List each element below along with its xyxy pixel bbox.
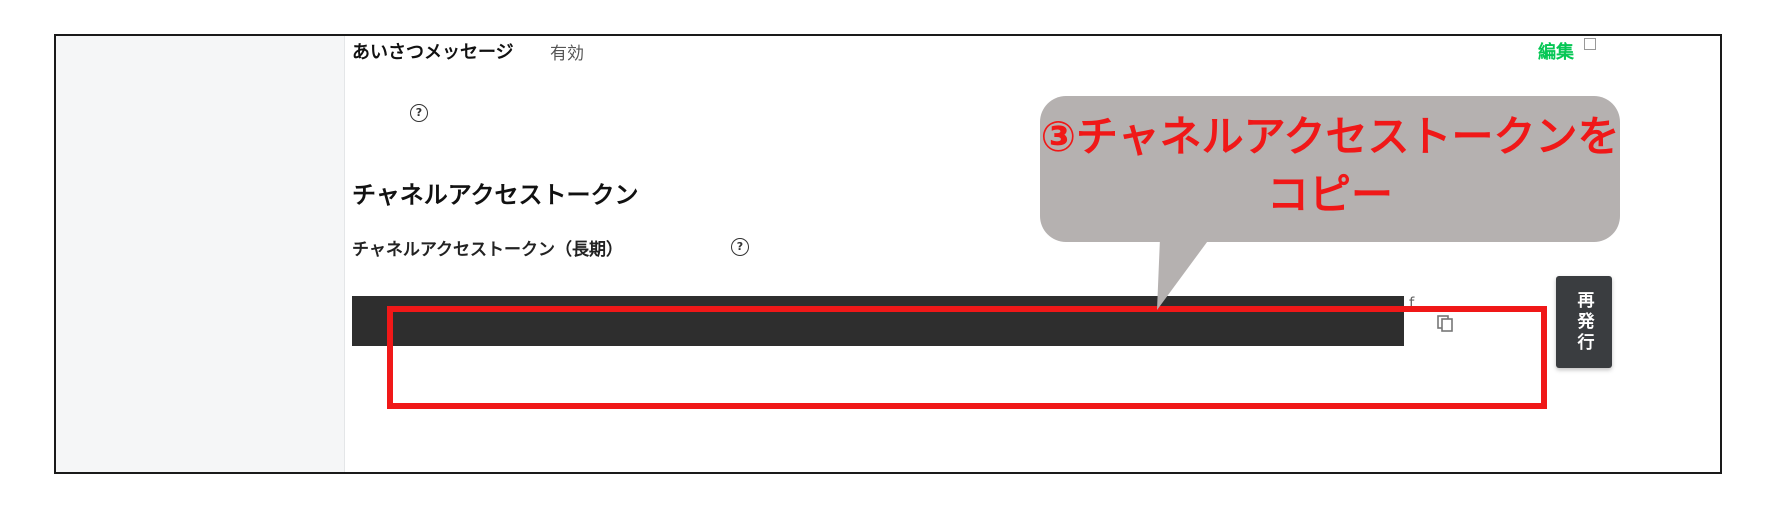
- annotation-text: ③チャネルアクセストークンをコピー: [1040, 112, 1620, 219]
- callout-tail: [1157, 238, 1210, 310]
